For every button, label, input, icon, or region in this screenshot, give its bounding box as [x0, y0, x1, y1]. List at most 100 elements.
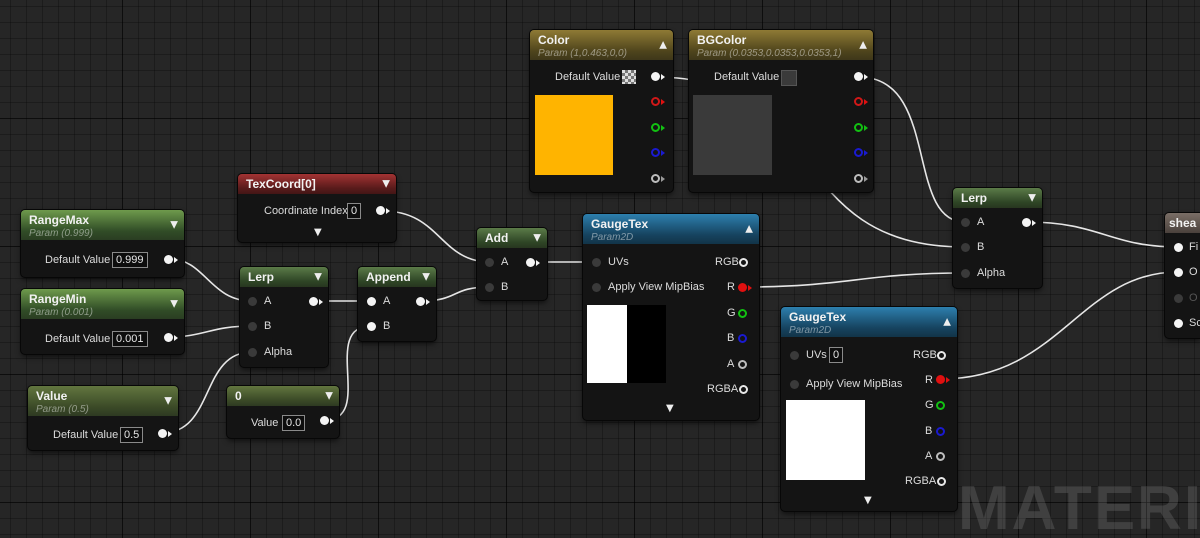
lerp-input-b-pin[interactable]: [248, 322, 257, 331]
value-header[interactable]: Value Param (0.5) ▼: [28, 386, 178, 416]
constant-output-pin[interactable]: [320, 416, 329, 425]
rangemin-value-field[interactable]: 0.001: [112, 331, 148, 347]
append-input-b-pin[interactable]: [367, 322, 376, 331]
texcoord-node[interactable]: TexCoord[0] ▼ Coordinate Index 0 ▼: [238, 174, 396, 242]
gaugetex2-uvs-field[interactable]: 0: [829, 347, 844, 363]
lerp2-node[interactable]: Lerp ▼ A B Alpha: [953, 188, 1042, 288]
texcoord-output-pin[interactable]: [376, 206, 385, 215]
append-node[interactable]: Append ▼ A B: [358, 267, 436, 341]
add-input-a-pin[interactable]: [485, 258, 494, 267]
shear-input-4-pin[interactable]: [1174, 319, 1183, 328]
bgcolor-mini-swatch[interactable]: [781, 70, 797, 86]
checker-icon[interactable]: [622, 70, 636, 84]
gaugetex-g-pin[interactable]: [738, 309, 747, 318]
chevron-up-icon[interactable]: ▲: [859, 40, 867, 51]
gaugetex2-uvs-pin[interactable]: [790, 351, 799, 360]
gaugetex2-b-pin[interactable]: [936, 427, 945, 436]
shear-input-3-pin[interactable]: [1174, 294, 1183, 303]
shear-node[interactable]: shea Fi O O Sc: [1165, 213, 1200, 338]
rangemax-node[interactable]: RangeMax Param (0.999) ▼ Default Value 0…: [21, 210, 184, 277]
constant-node[interactable]: 0 ▼ Value 0.0: [227, 386, 339, 438]
chevron-down-icon[interactable]: ▼: [666, 403, 674, 414]
gaugetex-r-pin[interactable]: [738, 283, 747, 292]
shear-header[interactable]: shea: [1165, 213, 1200, 233]
gaugetex2-r-pin[interactable]: [936, 375, 945, 384]
gaugetex-rgba-pin[interactable]: [739, 385, 748, 394]
lerp-header[interactable]: Lerp ▼: [240, 267, 328, 287]
texcoord-index-field[interactable]: 0: [347, 203, 362, 219]
color-header[interactable]: Color Param (1,0.463,0,0) ▲: [530, 30, 673, 60]
rangemin-header[interactable]: RangeMin Param (0.001) ▼: [21, 289, 184, 319]
color-b-pin[interactable]: [651, 148, 660, 157]
value-value-field[interactable]: 0.5: [120, 427, 144, 443]
rangemax-value-field[interactable]: 0.999: [112, 252, 148, 268]
rangemax-header[interactable]: RangeMax Param (0.999) ▼: [21, 210, 184, 240]
lerp-output-pin[interactable]: [309, 297, 318, 306]
gaugetex2-mip-pin[interactable]: [790, 380, 799, 389]
chevron-down-icon[interactable]: ▼: [170, 299, 178, 310]
gaugetex2-a-pin[interactable]: [936, 452, 945, 461]
lerp-input-alpha-pin[interactable]: [248, 348, 257, 357]
append-input-a-pin[interactable]: [367, 297, 376, 306]
append-output-pin[interactable]: [416, 297, 425, 306]
constant-value-field[interactable]: 0.0: [282, 415, 306, 431]
gaugetex-header[interactable]: GaugeTex Param2D ▲: [583, 214, 759, 244]
material-graph-canvas[interactable]: RangeMax Param (0.999) ▼ Default Value 0…: [0, 0, 1200, 538]
gaugetex-node[interactable]: GaugeTex Param2D ▲ UVs RGB Apply View Mi…: [583, 214, 759, 420]
rangemin-output-pin[interactable]: [164, 333, 173, 342]
chevron-up-icon[interactable]: ▲: [745, 224, 753, 235]
chevron-down-icon[interactable]: ▼: [422, 272, 430, 283]
value-output-pin[interactable]: [158, 429, 167, 438]
gaugetex2-g-pin[interactable]: [936, 401, 945, 410]
lerp2-output-pin[interactable]: [1022, 218, 1031, 227]
bgcolor-output-pin[interactable]: [854, 72, 863, 81]
bgcolor-r-pin[interactable]: [854, 97, 863, 106]
lerp2-input-alpha-pin[interactable]: [961, 269, 970, 278]
rangemin-node[interactable]: RangeMin Param (0.001) ▼ Default Value 0…: [21, 289, 184, 354]
shear-input-1-pin[interactable]: [1174, 243, 1183, 252]
bgcolor-a-pin[interactable]: [854, 174, 863, 183]
gaugetex-mip-pin[interactable]: [592, 283, 601, 292]
chevron-down-icon[interactable]: ▼: [314, 272, 322, 283]
lerp2-input-a-pin[interactable]: [961, 218, 970, 227]
gaugetex2-rgb-pin[interactable]: [937, 351, 946, 360]
color-r-pin[interactable]: [651, 97, 660, 106]
append-header[interactable]: Append ▼: [358, 267, 436, 287]
constant-header[interactable]: 0 ▼: [227, 386, 339, 406]
chevron-down-icon[interactable]: ▼: [325, 391, 333, 402]
value-node[interactable]: Value Param (0.5) ▼ Default Value 0.5: [28, 386, 178, 450]
chevron-up-icon[interactable]: ▲: [943, 317, 951, 328]
chevron-down-icon[interactable]: ▼: [1028, 193, 1036, 204]
add-input-b-pin[interactable]: [485, 283, 494, 292]
chevron-down-icon[interactable]: ▼: [164, 396, 172, 407]
chevron-down-icon[interactable]: ▼: [533, 233, 541, 244]
bgcolor-node[interactable]: BGColor Param (0.0353,0.0353,0.0353,1) ▲…: [689, 30, 873, 192]
texcoord-header[interactable]: TexCoord[0] ▼: [238, 174, 396, 194]
add-output-pin[interactable]: [526, 258, 535, 267]
gaugetex-b-pin[interactable]: [738, 334, 747, 343]
chevron-down-icon[interactable]: ▼: [170, 220, 178, 231]
gaugetex2-rgba-pin[interactable]: [937, 477, 946, 486]
lerp-input-a-pin[interactable]: [248, 297, 257, 306]
add-node[interactable]: Add ▼ A B: [477, 228, 547, 300]
gaugetex2-header[interactable]: GaugeTex Param2D ▲: [781, 307, 957, 337]
bgcolor-g-pin[interactable]: [854, 123, 863, 132]
chevron-up-icon[interactable]: ▲: [659, 40, 667, 51]
lerp2-input-b-pin[interactable]: [961, 243, 970, 252]
bgcolor-header[interactable]: BGColor Param (0.0353,0.0353,0.0353,1) ▲: [689, 30, 873, 60]
chevron-down-icon[interactable]: ▼: [314, 227, 322, 238]
gaugetex-uvs-pin[interactable]: [592, 258, 601, 267]
rangemax-output-pin[interactable]: [164, 255, 173, 264]
chevron-down-icon[interactable]: ▼: [864, 495, 872, 506]
shear-input-2-pin[interactable]: [1174, 268, 1183, 277]
add-header[interactable]: Add ▼: [477, 228, 547, 248]
gaugetex-a-pin[interactable]: [738, 360, 747, 369]
color-output-pin[interactable]: [651, 72, 660, 81]
gaugetex-rgb-pin[interactable]: [739, 258, 748, 267]
color-node[interactable]: Color Param (1,0.463,0,0) ▲ Default Valu…: [530, 30, 673, 192]
lerp2-header[interactable]: Lerp ▼: [953, 188, 1042, 208]
bgcolor-b-pin[interactable]: [854, 148, 863, 157]
lerp-node[interactable]: Lerp ▼ A B Alpha: [240, 267, 328, 367]
color-a-pin[interactable]: [651, 174, 660, 183]
color-g-pin[interactable]: [651, 123, 660, 132]
